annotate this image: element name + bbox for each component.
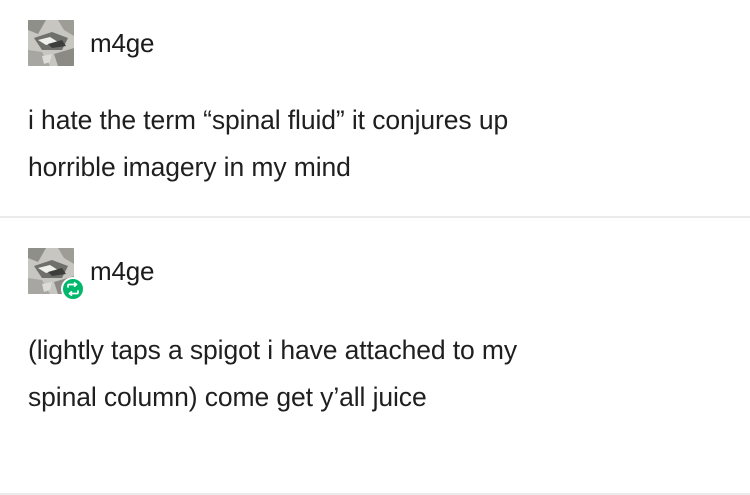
- post-text-line: spinal column) come get y’all juice: [28, 382, 427, 412]
- reblog-badge: [61, 277, 85, 301]
- post-body: (lightly taps a spigot i have attached t…: [28, 327, 728, 421]
- post-body: i hate the term “spinal fluid” it conjur…: [28, 97, 728, 191]
- post-username[interactable]: m4ge: [90, 28, 154, 58]
- post-original: m4ge i hate the term “spinal fluid” it c…: [0, 0, 750, 216]
- post-reblog: m4ge (lightly taps a spigot i have attac…: [0, 218, 750, 495]
- post-text-line: horrible imagery in my mind: [28, 152, 351, 182]
- avatar-image-icon: [28, 20, 74, 66]
- reblog-icon: [67, 282, 79, 296]
- post-text-line: i hate the term “spinal fluid” it conjur…: [28, 105, 509, 135]
- post-username[interactable]: m4ge: [90, 256, 154, 286]
- avatar[interactable]: [28, 20, 74, 66]
- post-text-line: (lightly taps a spigot i have attached t…: [28, 335, 518, 365]
